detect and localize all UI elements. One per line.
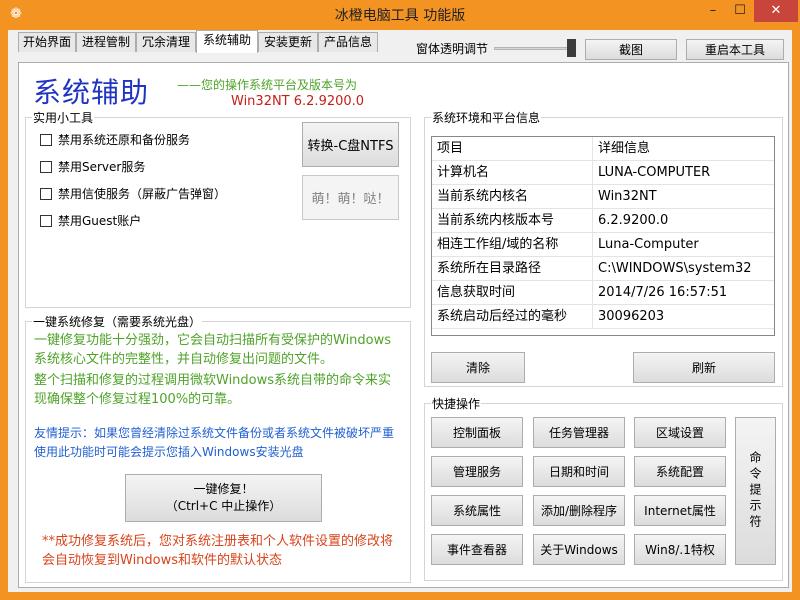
clear-button[interactable]: 清除 [431, 352, 525, 383]
table-row[interactable]: 系统启动后经过的毫秒 30096203 [432, 305, 774, 329]
table-row[interactable]: 当前系统内核名 Win32NT [432, 185, 774, 209]
refresh-button[interactable]: 刷新 [633, 352, 775, 383]
header-item[interactable]: 项目 [432, 137, 593, 161]
table-cell: LUNA-COMPUTER [593, 161, 774, 185]
title-bar[interactable]: ❁ 冰橙电脑工具 功能版 – ☐ ✕ [0, 0, 800, 30]
transparency-slider-track[interactable] [494, 47, 576, 50]
task-manager-button[interactable]: 任务管理器 [533, 417, 625, 448]
date-time-button[interactable]: 日期和时间 [533, 456, 625, 487]
checkbox-disable-guest[interactable]: 禁用Guest账户 [40, 212, 141, 229]
maximize-button[interactable]: ☐ [727, 0, 753, 22]
control-panel-button[interactable]: 控制面板 [431, 417, 523, 448]
table-cell: Win32NT [593, 185, 774, 209]
event-viewer-button[interactable]: 事件查看器 [431, 534, 523, 565]
transparency-slider-thumb[interactable] [567, 39, 576, 57]
app-window: ❁ 冰橙电脑工具 功能版 – ☐ ✕ 开始界面 进程管制 冗余清理 系统辅助 安… [0, 0, 800, 600]
table-row[interactable]: 计算机名 LUNA-COMPUTER [432, 161, 774, 185]
repair-tip: 友情提示：如果您曾经清除过系统文件备份或者系统文件被破坏严重使用此功能时可能会提… [34, 426, 395, 459]
checkbox-label: 禁用系统还原和备份服务 [58, 133, 191, 147]
window-title: 冰橙电脑工具 功能版 [334, 8, 466, 24]
internet-properties-button[interactable]: Internet属性 [634, 495, 726, 526]
tab-cleanup[interactable]: 冗余清理 [136, 32, 196, 52]
header-detail[interactable]: 详细信息 [593, 137, 774, 161]
checkbox-box[interactable] [40, 214, 52, 227]
tab-process[interactable]: 进程管制 [76, 32, 136, 52]
os-hint-text: ——您的操作系统平台及版本号为 [177, 78, 358, 92]
repair-description-2: 整个扫描和修复的过程调用微软Windows系统自带的命令来实现确保整个修复过程1… [34, 373, 392, 407]
about-windows-button[interactable]: 关于Windows [533, 534, 625, 565]
checkbox-disable-messenger[interactable]: 禁用信使服务（屏蔽广告弹窗） [40, 185, 226, 202]
manage-services-button[interactable]: 管理服务 [431, 456, 523, 487]
add-remove-programs-button[interactable]: 添加/删除程序 [533, 495, 625, 526]
tools-group-title: 实用小工具 [32, 109, 95, 126]
system-assist-page: 系统辅助 ——您的操作系统平台及版本号为 Win32NT 6.2.9200.0 … [18, 62, 789, 588]
system-config-button[interactable]: 系统配置 [634, 456, 726, 487]
win8-privilege-button[interactable]: Win8/.1特权 [634, 534, 726, 565]
tools-group: 实用小工具 禁用系统还原和备份服务 禁用Server服务 禁用信使服务（屏蔽广告… [25, 109, 411, 308]
table-row[interactable]: 系统所在目录路径 C:\WINDOWS\system32 [432, 257, 774, 281]
one-click-repair-button[interactable]: 一键修复！ （Ctrl+C 中止操作） [125, 474, 322, 522]
system-properties-button[interactable]: 系统属性 [431, 495, 523, 526]
quick-ops-group-title: 快捷操作 [431, 395, 482, 412]
table-cell: 2014/7/26 16:57:51 [593, 281, 774, 305]
table-cell: 当前系统内核名 [432, 185, 593, 209]
checkbox-disable-restore[interactable]: 禁用系统还原和备份服务 [40, 131, 190, 148]
table-cell: 相连工作组/域的名称 [432, 233, 593, 257]
table-cell: 30096203 [593, 305, 774, 329]
table-cell: 信息获取时间 [432, 281, 593, 305]
sysinfo-group-title: 系统环境和平台信息 [431, 109, 542, 126]
sysinfo-table[interactable]: 项目 详细信息 计算机名 LUNA-COMPUTER 当前系统内核名 Win32… [431, 136, 775, 336]
close-button[interactable]: ✕ [754, 0, 798, 22]
tab-system-assist[interactable]: 系统辅助 [196, 30, 258, 53]
page-title: 系统辅助 [33, 76, 150, 109]
os-version-text: Win32NT 6.2.9200.0 [231, 94, 365, 109]
meng-button[interactable]: 萌！萌！哒！ [302, 175, 399, 220]
repair-warning: **成功修复系统后，您对系统注册表和个人软件设置的修改将会自动恢复到Window… [42, 534, 394, 568]
repair-button-line2: （Ctrl+C 中止操作） [165, 499, 282, 513]
checkbox-label: 禁用Guest账户 [58, 214, 142, 228]
repair-description-1: 一键修复功能十分强劲，它会自动扫描所有受保护的Windows系统核心文件的完整性… [34, 333, 392, 367]
repair-button-line1: 一键修复！ [193, 482, 254, 496]
table-row[interactable]: 信息获取时间 2014/7/26 16:57:51 [432, 281, 774, 305]
table-header: 项目 详细信息 [432, 137, 774, 161]
minimize-button[interactable]: – [700, 0, 726, 22]
tab-product-info[interactable]: 产品信息 [318, 32, 378, 52]
table-cell: 计算机名 [432, 161, 593, 185]
table-row[interactable]: 相连工作组/域的名称 Luna-Computer [432, 233, 774, 257]
table-cell: Luna-Computer [593, 233, 774, 257]
repair-group: 一键系统修复（需要系统光盘） 一键修复功能十分强劲，它会自动扫描所有受保护的Wi… [25, 313, 411, 583]
repair-group-title: 一键系统修复（需要系统光盘） [32, 313, 203, 330]
quick-ops-group: 快捷操作 控制面板 任务管理器 区域设置 管理服务 日期和时间 系统配置 系统属… [424, 395, 783, 581]
convert-ntfs-button[interactable]: 转换-C盘NTFS [302, 122, 399, 167]
region-settings-button[interactable]: 区域设置 [634, 417, 726, 448]
command-prompt-label: 命令提示符 [748, 451, 762, 531]
table-cell: 6.2.9200.0 [593, 209, 774, 233]
checkbox-box[interactable] [40, 187, 52, 200]
sysinfo-group: 系统环境和平台信息 项目 详细信息 计算机名 LUNA-COMPUTER 当前系… [424, 109, 783, 387]
checkbox-box[interactable] [40, 160, 52, 173]
checkbox-label: 禁用信使服务（屏蔽广告弹窗） [58, 187, 227, 201]
table-cell: 当前系统内核版本号 [432, 209, 593, 233]
command-prompt-button[interactable]: 命令提示符 [735, 417, 776, 565]
screenshot-button[interactable]: 截图 [585, 39, 677, 60]
checkbox-box[interactable] [40, 133, 52, 146]
checkbox-label: 禁用Server服务 [58, 160, 146, 174]
client-area: 开始界面 进程管制 冗余清理 系统辅助 安装更新 产品信息 窗体透明调节 截图 … [8, 30, 792, 592]
table-cell: 系统所在目录路径 [432, 257, 593, 281]
transparency-label: 窗体透明调节 [416, 42, 489, 56]
restart-tool-button[interactable]: 重启本工具 [686, 39, 784, 60]
tab-install-update[interactable]: 安装更新 [258, 32, 318, 52]
tab-start[interactable]: 开始界面 [18, 32, 76, 52]
table-row[interactable]: 当前系统内核版本号 6.2.9200.0 [432, 209, 774, 233]
table-cell: 系统启动后经过的毫秒 [432, 305, 593, 329]
checkbox-disable-server[interactable]: 禁用Server服务 [40, 158, 145, 175]
table-cell: C:\WINDOWS\system32 [593, 257, 774, 281]
